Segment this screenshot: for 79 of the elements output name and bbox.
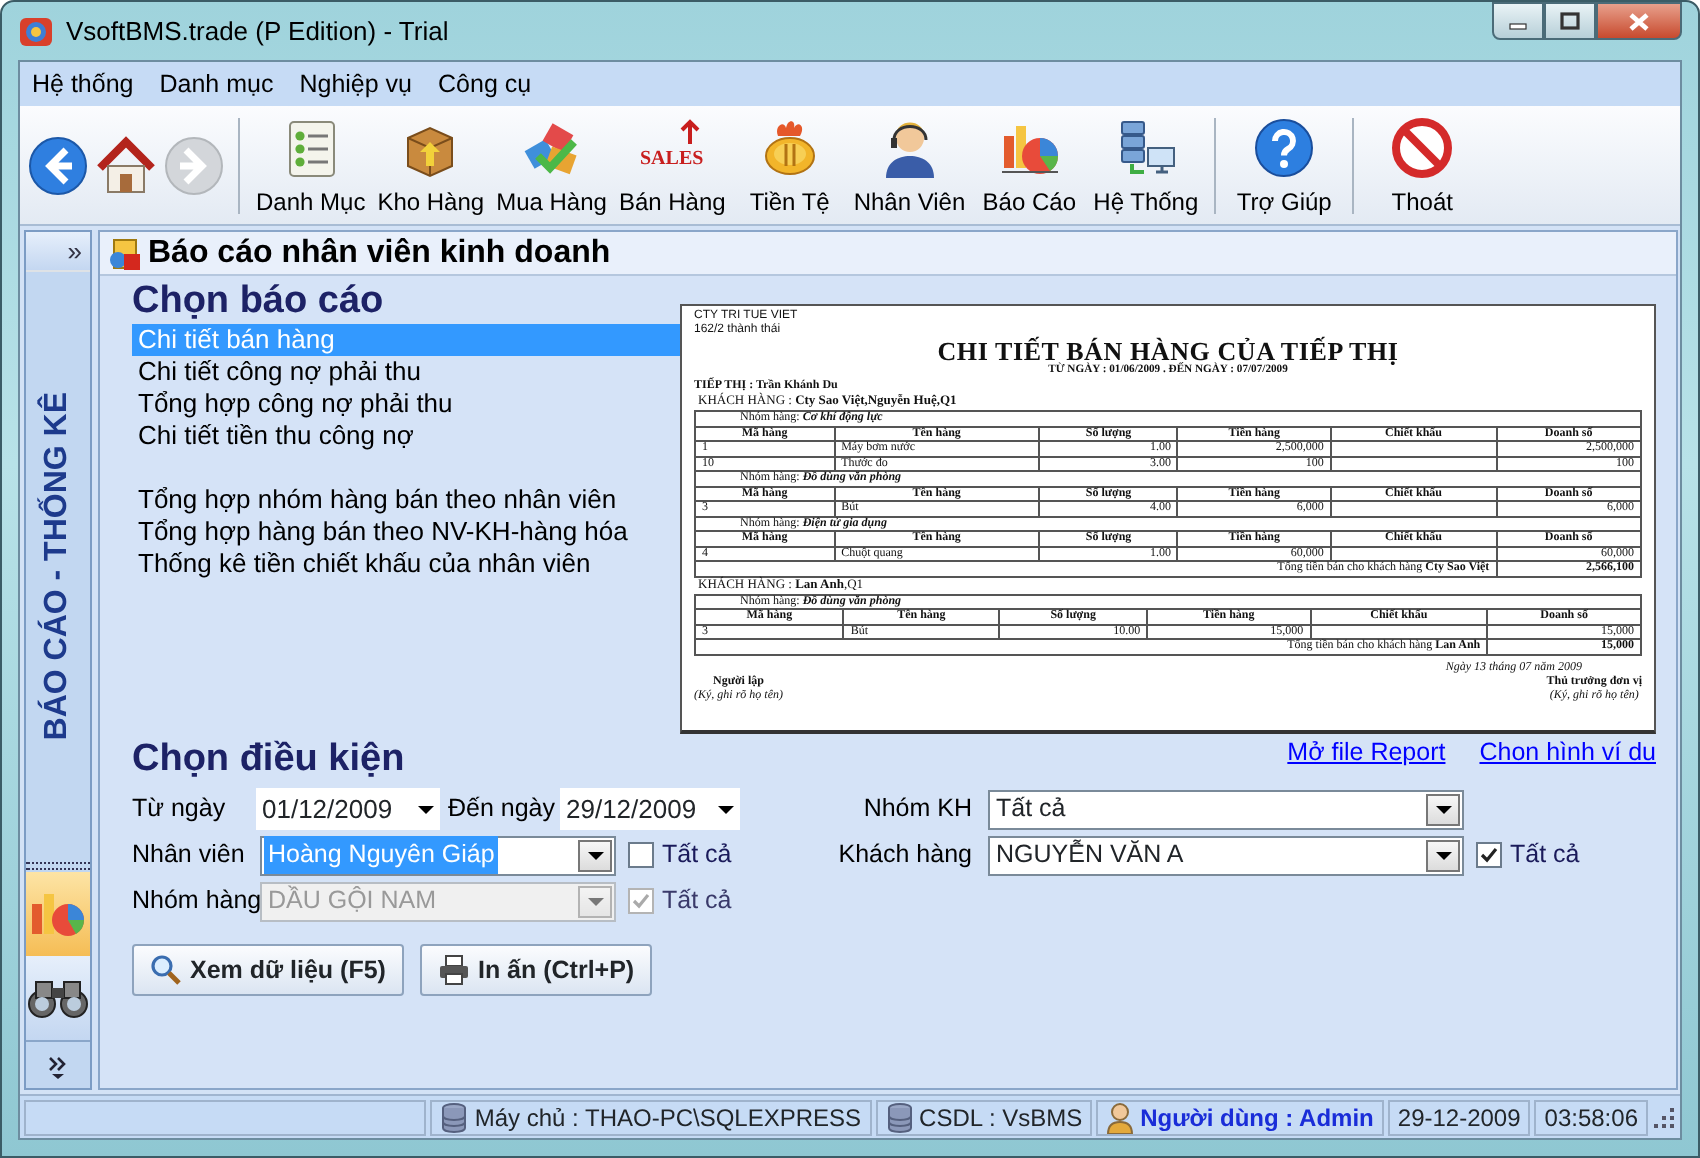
report-icon	[106, 235, 142, 271]
section-heading: Chọn báo cáo	[132, 280, 384, 324]
database-status: CSDL : VsBMS	[919, 1101, 1083, 1135]
checkbox-label: Tất cả	[662, 884, 732, 919]
chevron-icon[interactable]	[46, 1051, 70, 1079]
report-title: CHI TIẾT BÁN HÀNG CỦA TIẾP THỊ	[935, 338, 1401, 364]
section-heading: Chọn điều kiện	[132, 738, 405, 782]
action-button[interactable]: In ấn (Ctrl+P)	[419, 944, 653, 996]
panel-title: Báo cáo nhân viên kinh doanh	[148, 233, 611, 273]
side-panel-title: BÁO CÁO - THỐNG KÊ	[37, 391, 76, 741]
caret-icon	[1433, 803, 1453, 815]
minimize-button[interactable]	[1492, 2, 1544, 40]
field-label: Nhóm KH	[861, 792, 972, 827]
toolbar-button[interactable]: Kho Hàng	[371, 111, 491, 219]
report-item[interactable]: Tổng hợp hàng bán theo NV-KH-hàng hóa	[132, 516, 680, 548]
status-time: 03:58:06	[1544, 1101, 1638, 1135]
printer-icon	[437, 954, 470, 986]
server-status: Máy chủ : THAO-PC\SQLEXPRESS	[474, 1101, 862, 1135]
toolbar-button[interactable]: Trợ Giúp	[1226, 111, 1343, 219]
restore-icon	[1560, 12, 1580, 30]
checkbox[interactable]	[628, 842, 654, 868]
menu-item[interactable]: Công cụ	[438, 63, 532, 105]
toolbar-button[interactable]: SALES Bán Hàng	[612, 111, 732, 219]
dropdown-field[interactable]: NGUYỄN VĂN A	[988, 835, 1464, 875]
close-icon	[1628, 11, 1650, 31]
nav-button[interactable]	[94, 133, 158, 197]
toolbar-button[interactable]: Danh Mục	[250, 111, 372, 219]
toolbar-button[interactable]: Nhân Viên	[847, 111, 972, 219]
nav-button[interactable]	[26, 133, 90, 197]
dropdown-field: DẦU GỘI NAM	[260, 881, 616, 921]
caret-icon	[716, 803, 736, 815]
back-icon	[26, 133, 90, 197]
checkbox[interactable]	[1476, 842, 1502, 868]
app-logo-icon	[18, 13, 54, 49]
window-title: VsoftBMS.trade (P Edition) - Trial	[66, 13, 449, 50]
help-icon	[1252, 115, 1317, 179]
user-status: Người dùng : Admin	[1140, 1101, 1374, 1135]
link[interactable]: Chon hình ví du	[1479, 734, 1656, 772]
date-field[interactable]: 01/12/2009	[256, 787, 440, 831]
no-entry-icon	[1390, 115, 1455, 179]
caret-icon	[585, 849, 605, 861]
caret-icon	[585, 895, 605, 907]
menu-item[interactable]: Nghiệp vụ	[299, 63, 413, 105]
toolbar-button[interactable]: Thoát	[1364, 111, 1481, 219]
action-button[interactable]: Xem dữ liệu (F5)	[132, 944, 404, 996]
date-field[interactable]: 29/12/2009	[560, 787, 740, 831]
dropdown-field[interactable]: Tất cả	[988, 789, 1464, 829]
checkbox-label: Tất cả	[662, 838, 732, 873]
checkbox-label: Tất cả	[1510, 838, 1580, 873]
field-label: Đến ngày	[448, 792, 558, 827]
field-label: Nhân viên	[132, 838, 247, 873]
link[interactable]: Mở file Report	[1287, 734, 1446, 772]
report-item[interactable]: Chi tiết công nợ phải thu	[132, 356, 680, 388]
menu-item[interactable]: Danh mục	[159, 63, 274, 105]
close-button[interactable]	[1596, 2, 1682, 40]
module-button[interactable]	[26, 956, 90, 1040]
binoculars-icon	[26, 976, 90, 1020]
report-item[interactable]: Tổng hợp nhóm hàng bán theo nhân viên	[132, 484, 680, 516]
search-icon	[150, 954, 182, 986]
report-item[interactable]: Chi tiết tiền thu công nợ	[132, 420, 680, 452]
report-item[interactable]: Thống kê tiền chiết khấu của nhân viên	[132, 548, 680, 580]
toolbar-button[interactable]: Hệ Thống	[1087, 111, 1205, 219]
field-label: Từ ngày	[132, 792, 228, 827]
field-label: Nhóm hàng	[132, 884, 260, 919]
toolbar-button[interactable]: Tiền Tệ	[731, 111, 848, 219]
toolbar-button[interactable]: Báo Cáo	[971, 111, 1088, 219]
report-item[interactable]: Tổng hợp công nợ phải thu	[132, 388, 680, 420]
resize-grip-icon	[1652, 1105, 1676, 1129]
caret-icon	[1433, 849, 1453, 861]
toolbar-button[interactable]: Mua Hàng	[490, 111, 613, 219]
caret-icon	[416, 803, 436, 815]
user-icon	[1106, 1101, 1135, 1133]
forward-icon	[162, 133, 226, 197]
menu-item[interactable]: Hệ thống	[32, 63, 134, 105]
expand-button[interactable]: »	[26, 232, 90, 272]
status-date: 29-12-2009	[1397, 1101, 1521, 1135]
field-label: Khách hàng	[836, 838, 972, 873]
maximize-button[interactable]	[1544, 2, 1596, 40]
home-icon	[94, 133, 158, 197]
